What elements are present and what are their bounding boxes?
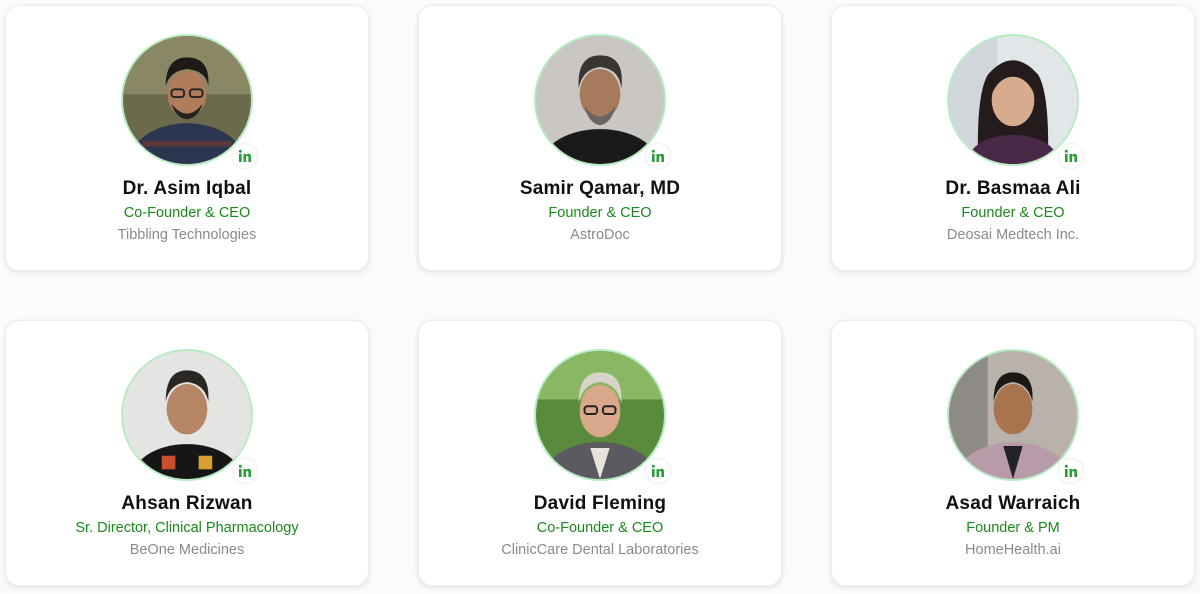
linkedin-icon[interactable] [233, 144, 257, 168]
person-company: Deosai Medtech Inc. [946, 227, 1080, 243]
person-name: Samir Qamar, MD [519, 178, 681, 199]
avatar-wrap [947, 349, 1083, 483]
linkedin-icon[interactable] [646, 459, 670, 483]
avatar-wrap [534, 34, 670, 168]
person-role: Founder & PM [966, 520, 1060, 536]
person-role: Founder & CEO [961, 205, 1065, 221]
avatar-wrap [947, 34, 1083, 168]
person-company: Tibbling Technologies [117, 227, 257, 243]
person-role: Founder & CEO [548, 205, 652, 221]
avatar [947, 34, 1079, 166]
avatar-wrap [534, 349, 670, 483]
linkedin-icon[interactable] [1059, 459, 1083, 483]
avatar [121, 349, 253, 481]
person-company: AstroDoc [570, 227, 630, 243]
speaker-card: David Fleming Co-Founder & CEO ClinicCar… [418, 320, 782, 586]
speaker-card: Asad Warraich Founder & PM HomeHealth.ai [831, 320, 1195, 586]
avatar [121, 34, 253, 166]
avatar [947, 349, 1079, 481]
person-company: HomeHealth.ai [965, 542, 1061, 558]
person-role: Sr. Director, Clinical Pharmacology [75, 520, 299, 536]
person-company: BeOne Medicines [129, 542, 245, 558]
linkedin-icon[interactable] [646, 144, 670, 168]
avatar [534, 349, 666, 481]
person-role: Co-Founder & CEO [536, 520, 664, 536]
person-name: Dr. Asim Iqbal [122, 178, 252, 199]
person-name: Asad Warraich [945, 493, 1081, 514]
person-name: Dr. Basmaa Ali [945, 178, 1081, 199]
person-name: David Fleming [533, 493, 667, 514]
avatar-wrap [121, 349, 257, 483]
avatar-wrap [121, 34, 257, 168]
person-name: Ahsan Rizwan [121, 493, 253, 514]
person-role: Co-Founder & CEO [123, 205, 251, 221]
linkedin-icon[interactable] [1059, 144, 1083, 168]
person-company: ClinicCare Dental Laboratories [501, 542, 699, 558]
linkedin-icon[interactable] [233, 459, 257, 483]
avatar [534, 34, 666, 166]
speaker-card: Ahsan Rizwan Sr. Director, Clinical Phar… [5, 320, 369, 586]
speaker-card: Dr. Asim Iqbal Co-Founder & CEO Tibbling… [5, 5, 369, 271]
speaker-card: Samir Qamar, MD Founder & CEO AstroDoc [418, 5, 782, 271]
speaker-card: Dr. Basmaa Ali Founder & CEO Deosai Medt… [831, 5, 1195, 271]
